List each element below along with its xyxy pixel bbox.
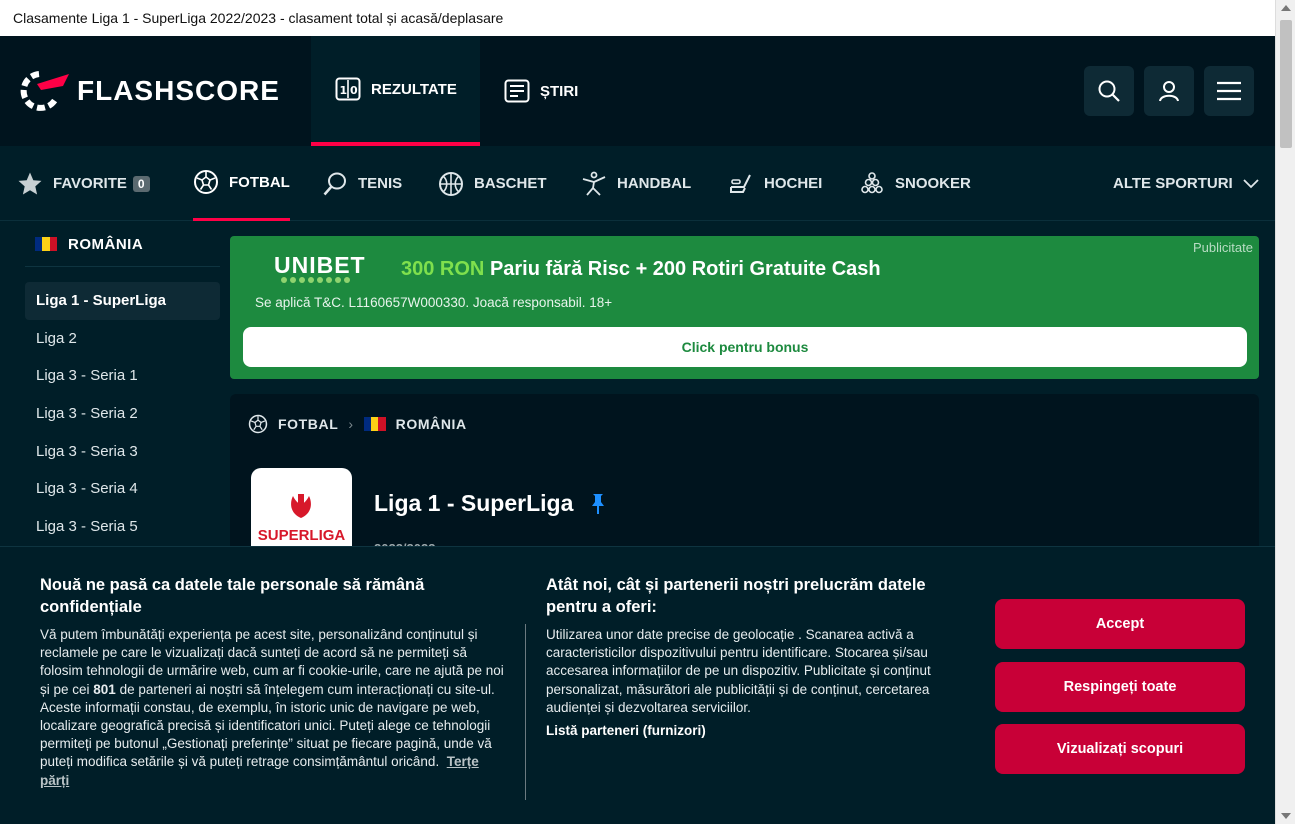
sidebar-country-romania[interactable]: ROMÂNIA (25, 222, 220, 267)
unibet-logo-dots (281, 277, 350, 283)
breadcrumb-sport[interactable]: FOTBAL (278, 416, 338, 432)
sport-nav: FAVORITE 0 FOTBAL TENIS BASCHET HANDBAL … (0, 146, 1275, 221)
sport-label: BASCHET (474, 175, 547, 192)
favorite-count-badge: 0 (132, 175, 150, 192)
reject-all-button[interactable]: Respingeți toate (995, 661, 1245, 712)
league-title: Liga 1 - SuperLiga (374, 490, 574, 516)
tab-rezultate[interactable]: 10 REZULTATE (311, 36, 480, 146)
league-sidebar: ROMÂNIA Liga 1 - SuperLiga Liga 2 Liga 3… (25, 222, 220, 545)
tab-stiri[interactable]: ȘTIRI (480, 36, 602, 146)
scoreboard-icon: 10 (335, 76, 361, 102)
tab-label: REZULTATE (371, 80, 457, 98)
country-label: ROMÂNIA (68, 235, 144, 253)
svg-text:SUPERLIGA: SUPERLIGA (258, 527, 346, 544)
nav-alte-sporturi[interactable]: ALTE SPORTURI (1113, 146, 1259, 221)
breadcrumb: FOTBAL › ROMÂNIA (248, 414, 467, 434)
snooker-icon (859, 171, 885, 197)
basketball-icon (438, 171, 464, 197)
sport-label: SNOOKER (895, 175, 971, 192)
scrollbar-thumb[interactable] (1280, 20, 1292, 148)
soccer-ball-icon (193, 169, 219, 195)
ad-label: Publicitate (1193, 240, 1253, 255)
star-icon (17, 171, 43, 197)
pin-icon[interactable] (590, 492, 606, 521)
unibet-ad-banner[interactable]: Publicitate UNIBET 300 RON Pariu fără Ri… (230, 236, 1259, 379)
nav-snooker[interactable]: SNOOKER (859, 146, 971, 221)
svg-text:0: 0 (350, 84, 358, 97)
site-header: FLASHSCORE 10 REZULTATE ȘTIRI (0, 36, 1275, 146)
consent-purposes-title: Atât noi, cât și partenerii noștri prelu… (546, 576, 926, 616)
nav-hochei[interactable]: HOCHEI (728, 146, 822, 221)
ad-headline: 300 RON Pariu fără Risc + 200 Rotiri Gra… (401, 258, 881, 281)
partners-list-link[interactable]: Listă parteneri (furnizori) (546, 723, 961, 738)
accept-button[interactable]: Accept (995, 599, 1245, 649)
scroll-up-icon[interactable] (1281, 5, 1291, 11)
sport-label: HOCHEI (764, 175, 823, 192)
view-purposes-button[interactable]: Vizualizați scopuri (995, 724, 1245, 774)
nav-baschet[interactable]: BASCHET (438, 146, 547, 221)
nav-handbal[interactable]: HANDBAL (581, 146, 691, 221)
sidebar-league-liga3-seria1[interactable]: Liga 3 - Seria 1 (25, 357, 220, 395)
consent-body: Vă putem îmbunătăți experiența pe acest … (40, 627, 504, 788)
nav-favorite[interactable]: FAVORITE 0 (17, 146, 150, 221)
ad-amount: 300 RON (401, 258, 485, 280)
chevron-right-icon: › (348, 416, 354, 432)
sidebar-league-liga3-seria2[interactable]: Liga 3 - Seria 2 (25, 395, 220, 433)
logo-text: FLASHSCORE (77, 75, 280, 106)
search-button[interactable] (1084, 66, 1134, 116)
ad-bonus-button[interactable]: Click pentru bonus (243, 327, 1247, 367)
menu-icon (1217, 81, 1241, 101)
league-header-panel: FOTBAL › ROMÂNIA SUPERLIGA Liga 1 - Supe… (230, 394, 1259, 558)
consent-title: Nouă ne pasă ca datele tale personale să… (40, 576, 425, 616)
romania-flag-icon (35, 237, 57, 251)
window-title: Clasamente Liga 1 - SuperLiga 2022/2023 … (0, 0, 1275, 36)
svg-text:1: 1 (340, 84, 348, 97)
hockey-icon (728, 171, 754, 197)
ad-headline-text: Pariu fără Risc + 200 Rotiri Gratuite Ca… (489, 258, 881, 280)
more-sports-label: ALTE SPORTURI (1113, 175, 1233, 192)
cookie-consent-dialog: Nouă ne pasă ca datele tale personale să… (0, 546, 1275, 824)
sidebar-league-liga3-seria3[interactable]: Liga 3 - Seria 3 (25, 432, 220, 470)
news-icon (504, 78, 530, 104)
chevron-down-icon (1243, 178, 1259, 188)
ad-terms: Se aplică T&C. L1160657W000330. Joacă re… (255, 295, 613, 310)
tab-label: ȘTIRI (540, 82, 579, 100)
user-icon (1159, 81, 1179, 102)
nav-fotbal[interactable]: FOTBAL (193, 146, 290, 221)
consent-divider (525, 624, 526, 800)
main-nav: 10 REZULTATE ȘTIRI (311, 36, 602, 146)
soccer-ball-icon (248, 414, 268, 434)
sidebar-league-liga1[interactable]: Liga 1 - SuperLiga (25, 282, 220, 320)
flashscore-logo-icon (20, 71, 69, 111)
page-scrollbar[interactable] (1275, 0, 1295, 824)
superliga-logo: SUPERLIGA (251, 468, 352, 558)
sidebar-league-liga3-seria5[interactable]: Liga 3 - Seria 5 (25, 508, 220, 546)
handball-icon (581, 171, 607, 197)
romania-flag-icon (363, 417, 386, 431)
favorite-label: FAVORITE (53, 175, 127, 192)
sport-label: HANDBAL (617, 175, 692, 192)
scroll-down-icon[interactable] (1281, 813, 1291, 819)
unibet-logo: UNIBET (274, 252, 366, 278)
sidebar-league-liga3-seria4[interactable]: Liga 3 - Seria 4 (25, 470, 220, 508)
sidebar-league-liga2[interactable]: Liga 2 (25, 320, 220, 358)
sport-label: TENIS (358, 175, 403, 192)
partner-count: 801 (93, 681, 116, 697)
search-icon (1098, 80, 1120, 102)
breadcrumb-country[interactable]: ROMÂNIA (396, 416, 467, 432)
sport-label: FOTBAL (229, 173, 290, 191)
consent-purposes-body: Utilizarea unor date precise de geolocaț… (546, 627, 931, 715)
flashscore-logo[interactable]: FLASHSCORE (19, 70, 280, 112)
menu-button[interactable] (1204, 66, 1254, 116)
tennis-racket-icon (322, 171, 348, 197)
user-button[interactable] (1144, 66, 1194, 116)
nav-tenis[interactable]: TENIS (322, 146, 402, 221)
